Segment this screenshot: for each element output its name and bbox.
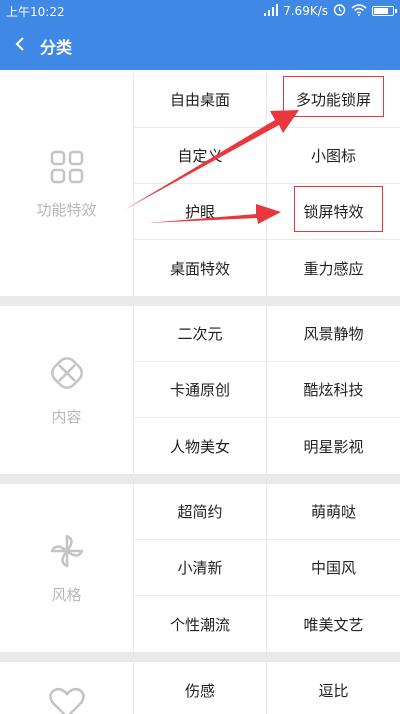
- section-divider: [0, 474, 400, 484]
- tag-minimal[interactable]: 超简约: [134, 484, 267, 540]
- category-label: 风格: [51, 585, 82, 604]
- category-content[interactable]: 内容: [0, 306, 133, 474]
- category-section-emotion: 伤感 逗比: [0, 662, 400, 714]
- tag-celebrity[interactable]: 明星影视: [267, 418, 400, 474]
- category-section-content: 内容 二次元 风景静物 卡通原创 酷炫科技 人物美女 明星影视: [0, 306, 400, 474]
- tag-tech[interactable]: 酷炫科技: [267, 362, 400, 418]
- category-section-effects: 功能特效 自由桌面 多功能锁屏 自定义 小图标 护眼 锁屏特效 桌面特效 重力感…: [0, 72, 400, 296]
- tag-cute[interactable]: 萌萌哒: [267, 484, 400, 540]
- title-bar: 分类: [0, 22, 400, 70]
- pinwheel-icon: [48, 532, 86, 574]
- signal-icon: [264, 3, 279, 19]
- tag-funny[interactable]: 逗比: [267, 662, 400, 714]
- tag-fresh[interactable]: 小清新: [134, 540, 267, 596]
- status-time: 上午10:22: [6, 4, 65, 19]
- section-divider: [0, 652, 400, 662]
- tag-custom[interactable]: 自定义: [134, 128, 267, 184]
- tag-people[interactable]: 人物美女: [134, 418, 267, 474]
- tag-scenery[interactable]: 风景静物: [267, 306, 400, 362]
- section-divider: [0, 296, 400, 306]
- category-emotion[interactable]: [0, 662, 133, 714]
- heart-icon: [48, 686, 86, 714]
- tag-multi-lockscreen[interactable]: 多功能锁屏: [267, 72, 400, 128]
- ribbon-icon: [48, 354, 86, 396]
- battery-icon: [372, 6, 397, 16]
- tag-cartoon[interactable]: 卡通原创: [134, 362, 267, 418]
- chevron-left-icon: [14, 36, 26, 56]
- tag-eye-care[interactable]: 护眼: [134, 184, 267, 240]
- category-label: 内容: [51, 407, 82, 426]
- tag-gravity-sensing[interactable]: 重力感应: [267, 240, 400, 296]
- tag-anime[interactable]: 二次元: [134, 306, 267, 362]
- tag-desktop-effects[interactable]: 桌面特效: [134, 240, 267, 296]
- tag-sad[interactable]: 伤感: [134, 662, 267, 714]
- page-title: 分类: [40, 38, 73, 57]
- category-label: 功能特效: [36, 200, 97, 219]
- tag-chinese-style[interactable]: 中国风: [267, 540, 400, 596]
- back-button[interactable]: [0, 22, 40, 70]
- category-effects[interactable]: 功能特效: [0, 72, 133, 296]
- tag-free-desktop[interactable]: 自由桌面: [134, 72, 267, 128]
- tag-trendy[interactable]: 个性潮流: [134, 596, 267, 652]
- status-bar: 上午10:22 7.69K/s: [0, 0, 400, 22]
- tag-small-icons[interactable]: 小图标: [267, 128, 400, 184]
- wifi-icon: [351, 3, 367, 19]
- alarm-icon: [333, 3, 346, 19]
- tag-artistic[interactable]: 唯美文艺: [267, 596, 400, 652]
- category-style[interactable]: 风格: [0, 484, 133, 652]
- network-speed: 7.69K/s: [283, 4, 328, 18]
- category-section-style: 风格 超简约 萌萌哒 小清新 中国风 个性潮流 唯美文艺: [0, 484, 400, 652]
- tag-lockscreen-effects[interactable]: 锁屏特效: [267, 184, 400, 240]
- grid-icon: [49, 149, 85, 189]
